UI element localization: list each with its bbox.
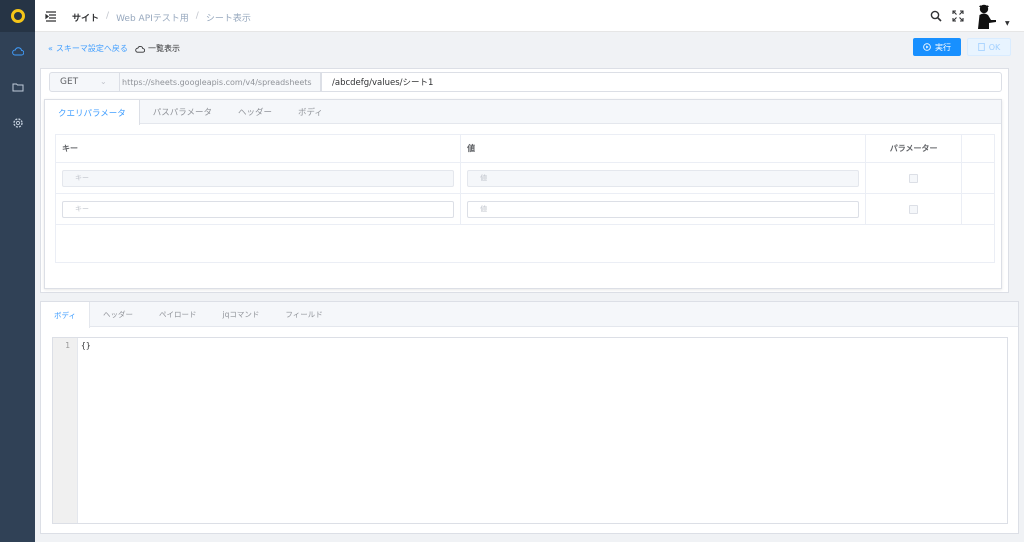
- run-button-label: 実行: [935, 42, 951, 52]
- back-link[interactable]: « スキーマ設定へ戻る: [48, 43, 128, 54]
- tab-query-params[interactable]: クエリパラメータ: [45, 100, 140, 125]
- ok-button[interactable]: OK: [967, 38, 1011, 56]
- column-header-actions: [962, 135, 994, 162]
- table-row: キー 値: [56, 194, 994, 225]
- key-input[interactable]: キー: [62, 200, 455, 218]
- tab-headers[interactable]: ヘッダー: [225, 100, 285, 124]
- tab-body[interactable]: ボディ: [285, 100, 336, 124]
- main-content: « スキーマ設定へ戻る 一覧表示 実行 OK GET ⌄ https://she…: [35, 32, 1024, 542]
- method-select[interactable]: GET ⌄: [49, 72, 120, 92]
- column-header-value: 値: [461, 135, 867, 162]
- tab-payload[interactable]: ペイロード: [146, 302, 210, 327]
- ok-button-label: OK: [988, 42, 1001, 52]
- chevron-down-icon: ⌄: [100, 77, 107, 86]
- view-link-label: 一覧表示: [148, 44, 180, 53]
- tab-jq-command[interactable]: jqコマンド: [209, 302, 272, 327]
- parameter-checkbox[interactable]: [909, 173, 919, 183]
- response-tab-bar: ボディ ヘッダー ペイロード jqコマンド フィールド: [41, 302, 1018, 328]
- param-table: キー 値 パラメーター キー 値 キー 値: [55, 134, 995, 263]
- menu-toggle-icon[interactable]: [45, 10, 57, 22]
- fullscreen-icon[interactable]: [952, 10, 964, 22]
- editor-gutter: 1: [53, 338, 78, 523]
- column-header-parameter: パラメーター: [866, 135, 963, 162]
- table-header-row: キー 値 パラメーター: [56, 135, 994, 163]
- breadcrumb-separator: /: [195, 11, 199, 21]
- tab-path-params[interactable]: パスパラメータ: [140, 100, 225, 124]
- tab-response-body[interactable]: ボディ: [41, 302, 90, 328]
- breadcrumb-item-api[interactable]: Web APIテスト用: [116, 11, 189, 24]
- line-number: 1: [65, 341, 70, 350]
- folder-icon[interactable]: [11, 80, 24, 93]
- param-tab-bar: クエリパラメータ パスパラメータ ヘッダー ボディ: [45, 100, 1001, 125]
- method-value: GET: [60, 77, 79, 87]
- avatar[interactable]: [973, 3, 999, 29]
- back-link-label: スキーマ設定へ戻る: [55, 44, 128, 53]
- response-panel: ボディ ヘッダー ペイロード jqコマンド フィールド 1 {}: [40, 301, 1019, 534]
- cloud-icon[interactable]: [11, 44, 24, 57]
- document-icon: [978, 43, 985, 51]
- gear-icon[interactable]: [11, 116, 24, 129]
- breadcrumb: サイト / Web APIテスト用 / シート表示: [72, 11, 251, 24]
- search-icon[interactable]: [930, 10, 942, 22]
- param-tabs-panel: クエリパラメータ パスパラメータ ヘッダー ボディ キー 値 パラメーター キー…: [44, 99, 1002, 289]
- cloud-icon: [135, 45, 145, 53]
- chevron-down-icon[interactable]: ▼: [1005, 20, 1010, 27]
- breadcrumb-separator: /: [106, 11, 110, 21]
- request-panel: GET ⌄ https://sheets.googleapis.com/v4/s…: [40, 68, 1009, 293]
- app-logo[interactable]: [0, 0, 35, 32]
- key-input[interactable]: キー: [62, 169, 455, 187]
- value-input[interactable]: 値: [467, 169, 860, 187]
- path-input[interactable]: /abcdefg/values/シート1: [321, 72, 1002, 92]
- tab-fields[interactable]: フィールド: [272, 302, 335, 327]
- code-editor[interactable]: 1 {}: [52, 337, 1008, 524]
- table-empty-row: [56, 225, 994, 262]
- column-header-key: キー: [56, 135, 462, 162]
- tab-response-headers[interactable]: ヘッダー: [90, 302, 146, 327]
- table-row: キー 値: [56, 163, 994, 194]
- double-chevron-left-icon: «: [48, 44, 53, 53]
- breadcrumb-item-sheet: シート表示: [205, 14, 251, 24]
- parameter-checkbox[interactable]: [909, 204, 919, 214]
- editor-content[interactable]: {}: [81, 341, 91, 350]
- play-circle-icon: [923, 43, 931, 51]
- view-link[interactable]: 一覧表示: [135, 43, 180, 54]
- logo-icon: [10, 9, 25, 23]
- topbar: サイト / Web APIテスト用 / シート表示 ▼: [35, 0, 1024, 32]
- sidebar: [0, 0, 35, 542]
- value-input[interactable]: 値: [467, 200, 860, 218]
- run-button[interactable]: 実行: [913, 38, 961, 56]
- base-url: https://sheets.googleapis.com/v4/spreads…: [120, 72, 321, 92]
- breadcrumb-item-site[interactable]: サイト: [72, 11, 99, 24]
